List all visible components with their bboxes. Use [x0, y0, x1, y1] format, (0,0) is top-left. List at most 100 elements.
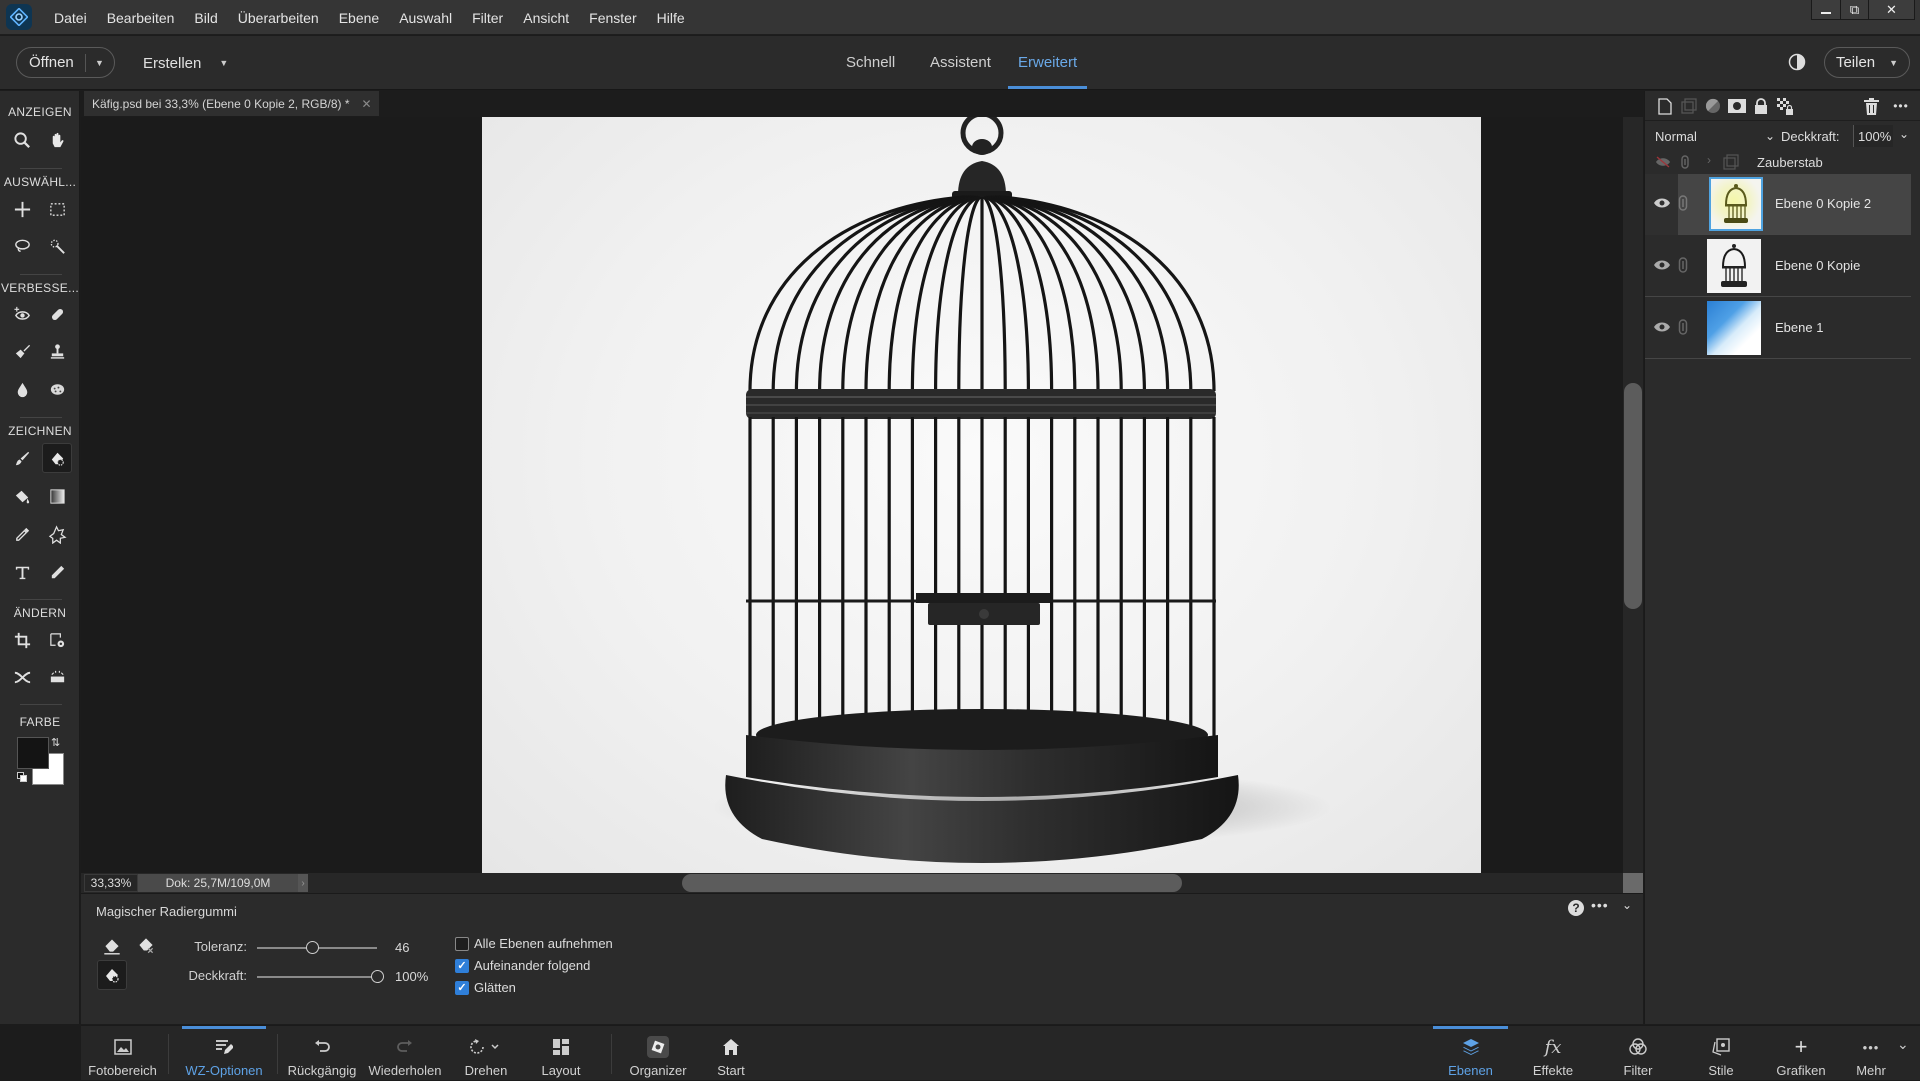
create-button[interactable]: Erstellen ▼ [143, 36, 228, 90]
organizer-button[interactable]: Organizer [619, 1026, 697, 1081]
expand-group-chevron-icon[interactable]: › [1707, 153, 1711, 167]
link-icon[interactable] [1678, 195, 1688, 211]
visibility-eye-icon[interactable] [1653, 320, 1671, 334]
clone-stamp-tool[interactable] [42, 336, 72, 366]
layer-row-ebene-0-kopie-2[interactable]: Ebene 0 Kopie 2 [1645, 174, 1911, 235]
close-button[interactable]: ✕ [1868, 0, 1914, 19]
doc-info-menu-icon[interactable]: › [298, 874, 308, 892]
checkbox-box[interactable] [455, 936, 469, 951]
close-document-icon[interactable]: ✕ [362, 97, 372, 111]
layer-opacity-input[interactable]: 100% [1853, 125, 1893, 147]
new-group-icon[interactable] [1679, 96, 1699, 116]
photo-bin-button[interactable]: Fotobereich [81, 1026, 164, 1081]
swap-colors-icon[interactable]: ⇅ [51, 736, 60, 749]
home-button[interactable]: Start [701, 1026, 761, 1081]
tolerance-slider[interactable] [257, 941, 377, 954]
graphics-button[interactable]: + Grafiken [1761, 1026, 1841, 1081]
new-layer-icon[interactable] [1655, 96, 1675, 116]
link-icon[interactable] [1678, 257, 1688, 273]
content-aware-move-tool[interactable] [7, 662, 37, 692]
layer-group-zauberstab[interactable]: › Zauberstab [1645, 151, 1911, 173]
theme-toggle-icon[interactable] [1788, 53, 1806, 71]
zoom-tool[interactable] [7, 125, 37, 155]
menu-datei[interactable]: Datei [44, 10, 97, 26]
lock-all-icon[interactable] [1751, 96, 1771, 116]
layer-mask-icon[interactable] [1727, 96, 1747, 116]
delete-layer-icon[interactable] [1861, 96, 1881, 116]
help-icon[interactable]: ? [1568, 900, 1584, 916]
lasso-tool[interactable] [7, 231, 37, 261]
minimize-button[interactable] [1812, 0, 1840, 19]
effects-button[interactable]: fx Effekte [1518, 1026, 1588, 1081]
magic-eraser-tool[interactable] [42, 443, 72, 473]
vertical-scrollbar[interactable] [1623, 117, 1643, 873]
tab-schnell[interactable]: Schnell [846, 36, 895, 89]
zoom-level[interactable]: 33,33% [84, 874, 138, 892]
layer-opacity-chevron-icon[interactable]: ⌄ [1899, 127, 1909, 141]
share-button[interactable]: Teilen ▼ [1824, 47, 1910, 78]
hand-tool[interactable] [42, 125, 72, 155]
link-icon[interactable] [1681, 155, 1689, 169]
layer-row-ebene-0-kopie[interactable]: Ebene 0 Kopie [1645, 236, 1911, 297]
layer-thumbnail[interactable] [1707, 301, 1761, 355]
vertical-scrollbar-thumb[interactable] [1624, 383, 1642, 609]
tool-options-button[interactable]: WZ-Optionen [182, 1026, 266, 1081]
type-tool[interactable] [7, 557, 37, 587]
menu-ueberarbeiten[interactable]: Überarbeiten [228, 10, 329, 26]
layer-thumbnail[interactable] [1709, 177, 1763, 231]
eraser-mode-button[interactable] [101, 934, 123, 956]
magic-wand-tool[interactable] [42, 231, 72, 261]
horizontal-scrollbar-thumb[interactable] [682, 874, 1182, 892]
recompose-tool[interactable] [42, 625, 72, 655]
open-button[interactable]: Öffnen [17, 54, 85, 71]
tolerance-value[interactable]: 46 [395, 940, 409, 955]
layer-thumbnail[interactable] [1707, 239, 1761, 293]
blur-tool[interactable] [7, 374, 37, 404]
document-image[interactable] [482, 111, 1481, 873]
default-colors-icon[interactable] [17, 772, 27, 782]
more-button[interactable]: ••• Mehr [1851, 1026, 1891, 1081]
rotate-button[interactable]: Drehen [456, 1026, 516, 1081]
checkbox-anti-alias[interactable]: ✓ Glätten [455, 980, 516, 995]
adjustment-layer-icon[interactable] [1703, 96, 1723, 116]
styles-button[interactable]: Stile [1691, 1026, 1751, 1081]
sponge-tool[interactable] [42, 374, 72, 404]
document-tab[interactable]: Käfig.psd bei 33,3% (Ebene 0 Kopie 2, RG… [84, 91, 379, 116]
crop-tool[interactable] [7, 625, 37, 655]
paint-bucket-tool[interactable] [7, 481, 37, 511]
pencil-tool[interactable] [42, 557, 72, 587]
marquee-tool[interactable] [42, 194, 72, 224]
foreground-color-swatch[interactable] [17, 737, 49, 769]
link-icon[interactable] [1678, 319, 1688, 335]
menu-auswahl[interactable]: Auswahl [389, 10, 462, 26]
hidden-eye-icon[interactable] [1655, 156, 1671, 168]
collapse-taskbar-chevron-icon[interactable]: ⌄ [1897, 1036, 1909, 1053]
checkbox-contiguous[interactable]: ✓ Aufeinander folgend [455, 958, 590, 973]
open-dropdown-chevron-icon[interactable]: ▼ [86, 58, 104, 68]
layout-button[interactable]: Layout [536, 1026, 586, 1081]
layer-row-ebene-1[interactable]: Ebene 1 [1645, 298, 1911, 359]
menu-ansicht[interactable]: Ansicht [513, 10, 579, 26]
layers-menu-icon[interactable]: ••• [1891, 96, 1911, 116]
checkbox-box[interactable]: ✓ [455, 980, 469, 995]
eyedropper-tool[interactable] [7, 519, 37, 549]
visibility-eye-icon[interactable] [1653, 258, 1671, 272]
menu-bild[interactable]: Bild [184, 10, 227, 26]
checkbox-all-layers[interactable]: Alle Ebenen aufnehmen [455, 936, 613, 951]
redo-button[interactable]: Wiederholen [367, 1026, 443, 1081]
menu-bearbeiten[interactable]: Bearbeiten [97, 10, 185, 26]
blend-mode-select[interactable]: Normal ⌄ [1655, 124, 1775, 148]
custom-shape-tool[interactable] [42, 519, 72, 549]
menu-filter[interactable]: Filter [462, 10, 513, 26]
restore-button[interactable]: ⧉ [1840, 0, 1868, 19]
brush-tool[interactable] [7, 443, 37, 473]
red-eye-tool[interactable] [7, 299, 37, 329]
visibility-eye-icon[interactable] [1653, 196, 1671, 210]
spot-healing-tool[interactable] [42, 299, 72, 329]
tolerance-slider-knob[interactable] [305, 941, 319, 954]
move-tool[interactable] [7, 194, 37, 224]
checkbox-box[interactable]: ✓ [455, 958, 469, 973]
gradient-tool[interactable] [42, 481, 72, 511]
background-eraser-button[interactable] [135, 934, 157, 956]
smart-brush-tool[interactable] [7, 336, 37, 366]
